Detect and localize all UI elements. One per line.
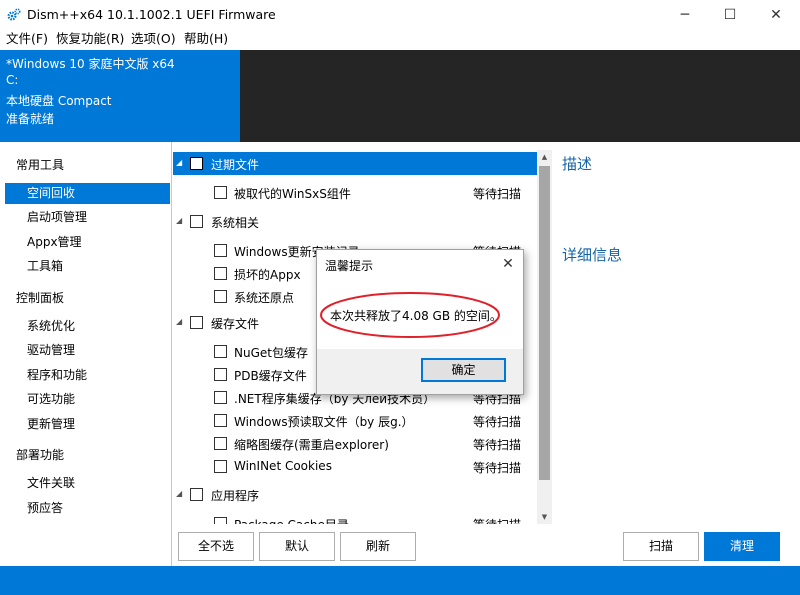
list-item-row[interactable]: Windows预读取文件（by 辰g.） 等待扫描: [173, 409, 537, 432]
status-bar: [0, 566, 800, 595]
menu-restore[interactable]: 恢复功能(R): [56, 30, 124, 50]
list-row-label: 系统还原点: [234, 291, 295, 305]
checkbox[interactable]: [214, 244, 227, 257]
list-group-row[interactable]: ◢ 系统相关: [173, 210, 537, 233]
drive-letter: C:: [6, 73, 19, 87]
scan-status: 等待扫描: [473, 438, 522, 452]
maximize-button[interactable]: ☐: [708, 0, 752, 30]
list-group-row[interactable]: ◢ 应用程序: [173, 483, 537, 506]
default-button[interactable]: 默认: [259, 532, 335, 561]
refresh-button[interactable]: 刷新: [340, 532, 416, 561]
checkbox[interactable]: [214, 517, 227, 524]
sidebar-item-answer-file[interactable]: 预应答: [5, 498, 170, 519]
dialog-body: 本次共释放了4.08 GB 的空间。: [317, 279, 523, 349]
list-row-label: NuGet包缓存: [234, 346, 308, 360]
sidebar-group-common-tools: 常用工具: [16, 158, 65, 172]
scan-status: 等待扫描: [473, 461, 522, 475]
list-row-label: PDB缓存文件: [234, 369, 307, 383]
sidebar-item-space-cleanup[interactable]: 空间回收: [5, 183, 170, 204]
checkbox[interactable]: [214, 290, 227, 303]
scrollbar-thumb[interactable]: [539, 166, 550, 480]
expand-chevron-icon[interactable]: ◢: [176, 216, 186, 225]
dialog-title: 温馨提示: [325, 259, 374, 273]
sidebar-item-drivers[interactable]: 驱动管理: [5, 340, 170, 361]
close-button[interactable]: ✕: [754, 0, 798, 30]
sidebar-item-updates[interactable]: 更新管理: [5, 414, 170, 435]
list-group-row[interactable]: ◢ 过期文件: [173, 152, 537, 175]
scan-status: 等待扫描: [473, 415, 522, 429]
menu-bar: 文件(F) 恢复功能(R) 选项(O) 帮助(H): [0, 30, 800, 50]
sidebar-item-programs[interactable]: 程序和功能: [5, 365, 170, 386]
scroll-down-icon[interactable]: ▼: [537, 510, 552, 524]
checkbox[interactable]: [214, 368, 227, 381]
scan-status: 等待扫描: [473, 516, 521, 524]
menu-help[interactable]: 帮助(H): [184, 30, 228, 50]
list-row-label: 被取代的WinSxS组件: [234, 187, 351, 201]
clean-button[interactable]: 清理: [704, 532, 780, 561]
scan-button[interactable]: 扫描: [623, 532, 699, 561]
session-list-panel[interactable]: [240, 50, 800, 142]
scroll-up-icon[interactable]: ▲: [537, 150, 552, 164]
list-row-label: 缩略图缓存(需重启explorer): [234, 438, 389, 452]
checkbox[interactable]: [214, 391, 227, 404]
list-row-label: 应用程序: [211, 489, 260, 503]
list-item-row[interactable]: WinINet Cookies 等待扫描: [173, 455, 537, 478]
status-text: 准备就绪: [6, 112, 55, 126]
dialog-message: 本次共释放了4.08 GB 的空间。: [330, 309, 502, 323]
description-heading: 描述: [562, 155, 593, 173]
title-bar: Dism++x64 10.1.1002.1 UEFI Firmware ─ ☐ …: [0, 0, 800, 30]
gear-icon: [7, 8, 21, 21]
checkbox[interactable]: [190, 316, 203, 329]
list-scrollbar[interactable]: ▲ ▼: [537, 150, 552, 524]
sidebar-item-appx[interactable]: Appx管理: [5, 232, 170, 253]
checkbox[interactable]: [214, 186, 227, 199]
list-item-row[interactable]: 缩略图缓存(需重启explorer) 等待扫描: [173, 432, 537, 455]
checkbox[interactable]: [214, 414, 227, 427]
list-row-label: 系统相关: [211, 216, 260, 230]
session-info-panel[interactable]: *Windows 10 家庭中文版 x64 C: 本地硬盘 Compact 准备…: [0, 50, 240, 142]
sidebar-item-optional-features[interactable]: 可选功能: [5, 389, 170, 410]
dialog-ok-button[interactable]: 确定: [421, 358, 506, 382]
sidebar: 常用工具 空间回收 启动项管理 Appx管理 工具箱 控制面板 系统优化 驱动管…: [0, 142, 172, 566]
expand-chevron-icon[interactable]: ◢: [176, 489, 186, 498]
checkbox[interactable]: [214, 345, 227, 358]
scan-status: 等待扫描: [473, 187, 522, 201]
os-name: *Windows 10 家庭中文版 x64: [6, 57, 175, 71]
checkbox[interactable]: [190, 488, 203, 501]
list-row-label: Package Cache目录: [234, 516, 349, 524]
list-item-row[interactable]: 被取代的WinSxS组件 等待扫描: [173, 181, 537, 204]
sidebar-group-control-panel: 控制面板: [16, 291, 65, 305]
window-title: Dism++x64 10.1.1002.1 UEFI Firmware: [27, 7, 276, 22]
checkbox[interactable]: [214, 460, 227, 473]
dialog-title-bar: 温馨提示 ✕: [317, 250, 523, 279]
checkbox[interactable]: [214, 437, 227, 450]
list-row-label: WinINet Cookies: [234, 459, 332, 473]
minimize-button[interactable]: ─: [663, 0, 707, 30]
deselect-all-button[interactable]: 全不选: [178, 532, 254, 561]
sidebar-item-file-associations[interactable]: 文件关联: [5, 473, 170, 494]
sidebar-item-toolbox[interactable]: 工具箱: [5, 256, 170, 277]
sidebar-group-deployment: 部署功能: [16, 448, 65, 462]
list-row-label: Windows预读取文件（by 辰g.）: [234, 415, 414, 429]
info-dialog: 温馨提示 ✕ 本次共释放了4.08 GB 的空间。 确定: [316, 249, 524, 395]
details-heading: 详细信息: [562, 246, 623, 264]
checkbox[interactable]: [214, 267, 227, 280]
list-row-label: 缓存文件: [211, 317, 260, 331]
menu-options[interactable]: 选项(O): [131, 30, 176, 50]
sidebar-item-system-optimize[interactable]: 系统优化: [5, 316, 170, 337]
list-row-label: 过期文件: [211, 158, 260, 172]
expand-chevron-icon[interactable]: ◢: [176, 317, 186, 326]
list-item-row[interactable]: Package Cache目录 等待扫描: [173, 512, 537, 524]
checkbox[interactable]: [190, 157, 203, 170]
dialog-close-icon[interactable]: ✕: [497, 254, 519, 276]
sidebar-item-startup[interactable]: 启动项管理: [5, 207, 170, 228]
menu-file[interactable]: 文件(F): [6, 30, 48, 50]
list-row-label: 损坏的Appx: [234, 268, 301, 282]
checkbox[interactable]: [190, 215, 203, 228]
disk-type: 本地硬盘 Compact: [6, 94, 112, 108]
expand-chevron-icon[interactable]: ◢: [176, 158, 186, 167]
